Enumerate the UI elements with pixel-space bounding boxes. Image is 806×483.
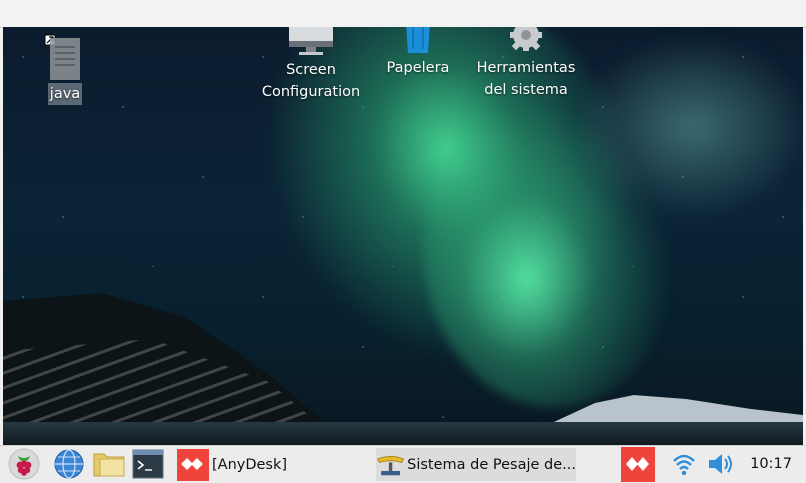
desktop-icon-label: del sistema: [484, 82, 568, 98]
terminal-launcher[interactable]: [132, 449, 164, 479]
desktop-icon-label: Papelera: [386, 60, 450, 76]
desktop-icon-screen-configuration[interactable]: Screen Configuration: [253, 27, 369, 103]
clock[interactable]: 10:17: [750, 446, 792, 483]
monitor-icon: [289, 27, 333, 55]
file-manager-folder-icon: [93, 453, 125, 477]
wallpaper-water: [3, 422, 803, 445]
task-anydesk[interactable]: [AnyDesk]: [177, 448, 372, 481]
task-label: [AnyDesk]: [212, 456, 288, 473]
trash-icon: [406, 27, 430, 53]
web-browser-launcher[interactable]: [53, 449, 85, 479]
desktop-icon-label: Screen: [286, 62, 336, 78]
menu-button[interactable]: [8, 448, 40, 480]
window-top-bar: [0, 0, 806, 28]
volume-button[interactable]: [706, 449, 736, 479]
desktop-icon-papelera[interactable]: Papelera: [381, 27, 455, 79]
anydesk-tray-button[interactable]: [621, 447, 655, 482]
desktop-icon-herramientas-del-sistema[interactable]: Herramientas del sistema: [471, 27, 581, 101]
wifi-icon: [673, 454, 695, 476]
desktop-icon-label: Herramientas: [476, 60, 576, 76]
raspberry-menu-icon: [8, 448, 40, 480]
taskbar: [AnyDesk] Sistema de Pesaje de... 10:17: [0, 445, 806, 483]
wifi-button[interactable]: [672, 449, 696, 479]
file-manager-launcher[interactable]: [92, 449, 126, 479]
desktop[interactable]: java Screen Configuration Papelera Herra…: [3, 27, 803, 445]
scale-icon: [377, 455, 405, 475]
gear-icon: [510, 27, 542, 51]
anydesk-tray-icon: [621, 447, 655, 482]
desktop-icon-label: java: [49, 86, 81, 102]
task-label: Sistema de Pesaje de...: [407, 456, 576, 473]
desktop-icon-label: Configuration: [261, 84, 361, 100]
volume-icon: [709, 454, 732, 474]
terminal-icon: [132, 449, 164, 479]
web-browser-globe-icon: [54, 449, 84, 479]
text-file-icon: [44, 34, 80, 80]
task-sistema-de-pesaje[interactable]: Sistema de Pesaje de...: [376, 448, 576, 481]
desktop-icon-java[interactable]: java: [43, 33, 87, 105]
anydesk-icon: [177, 448, 209, 481]
